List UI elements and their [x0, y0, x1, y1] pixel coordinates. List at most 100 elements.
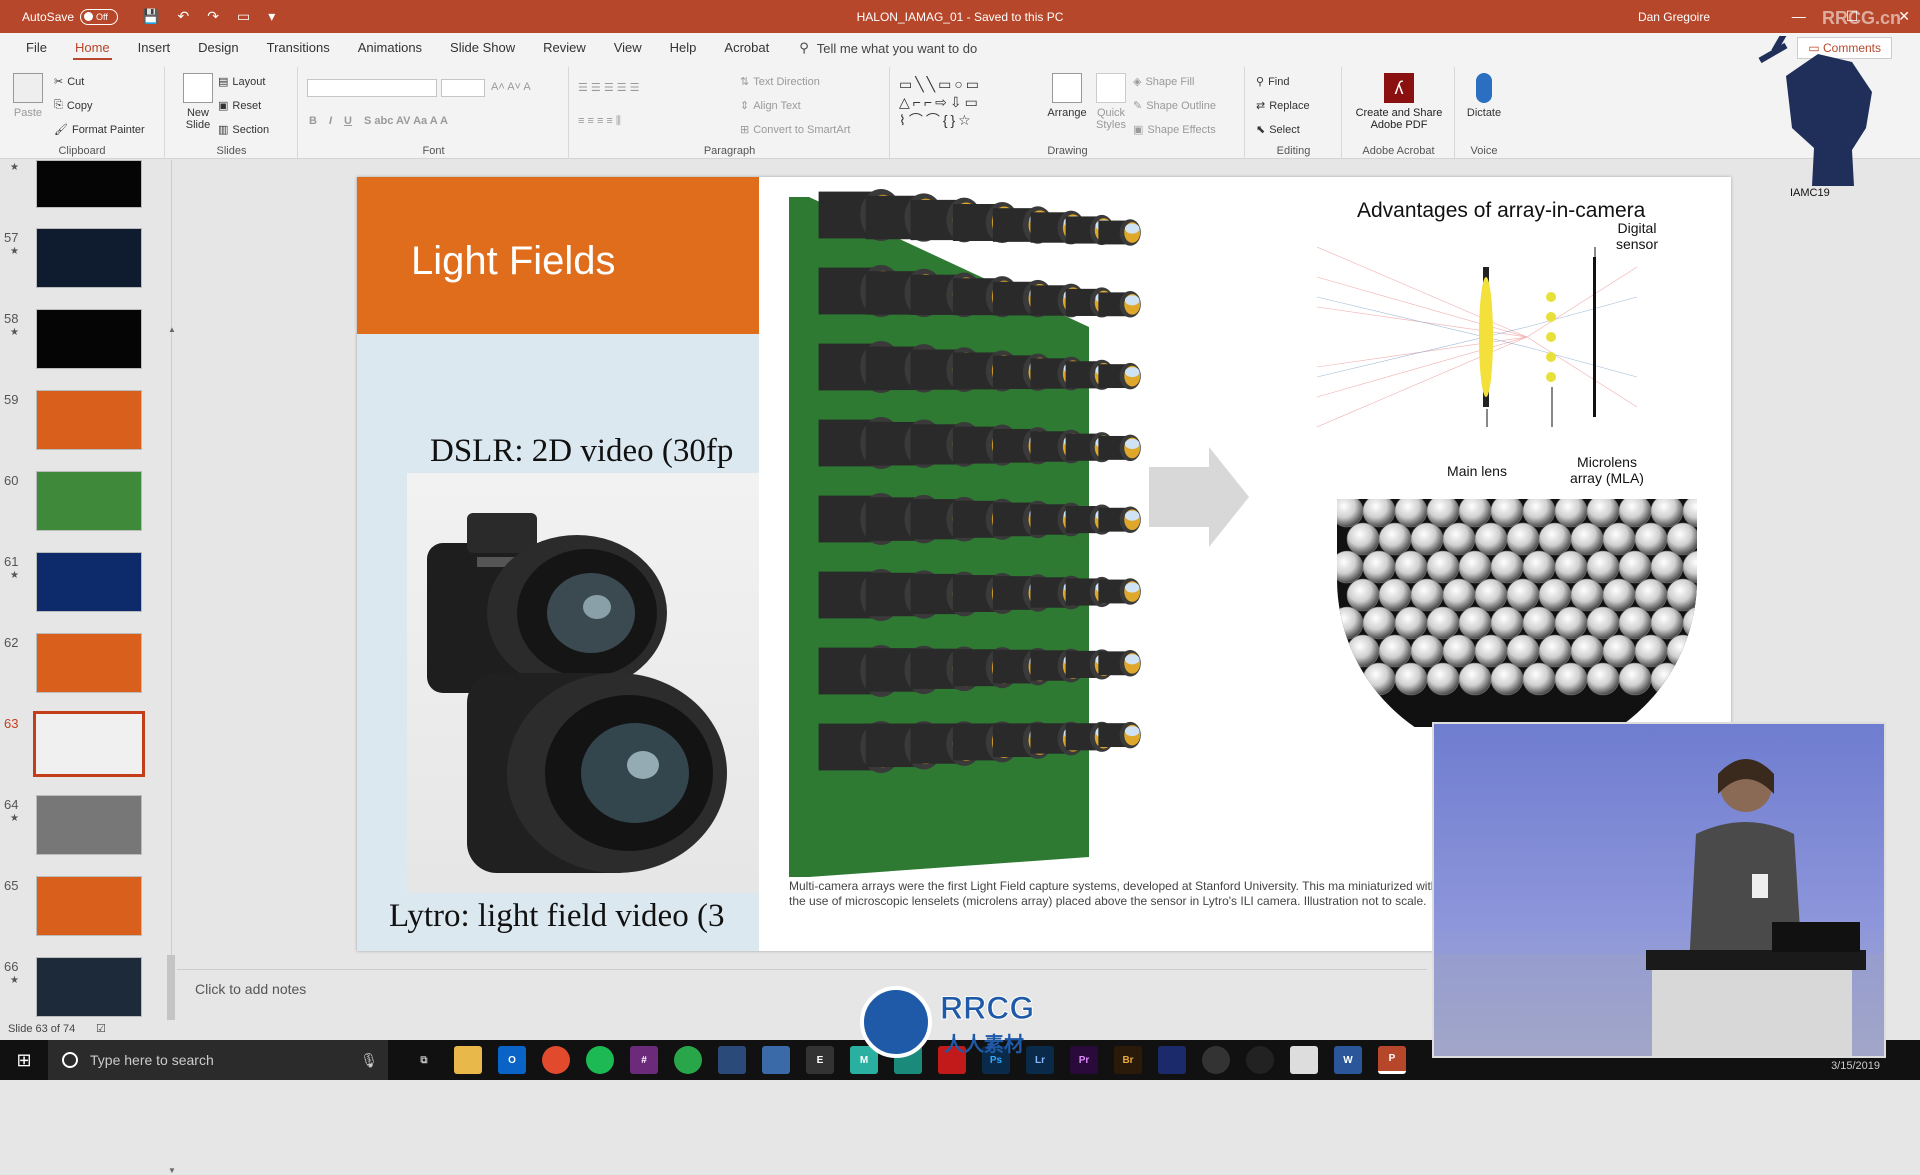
- cut-button[interactable]: ✂ Cut: [54, 75, 84, 89]
- microlens-closeup-photo[interactable]: [1337, 499, 1697, 727]
- slack-icon[interactable]: #: [630, 1046, 658, 1074]
- save-icon[interactable]: 💾: [142, 8, 159, 25]
- file-explorer-icon[interactable]: [454, 1046, 482, 1074]
- outlook-icon[interactable]: O: [498, 1046, 526, 1074]
- premiere-icon[interactable]: Pr: [1070, 1046, 1098, 1074]
- task-view-icon[interactable]: ⧉: [410, 1046, 438, 1074]
- epic-games-icon[interactable]: E: [806, 1046, 834, 1074]
- font-format-buttons[interactable]: B I U S abc AV Aa A A: [309, 115, 448, 127]
- find-button[interactable]: ⚲ Find: [1256, 75, 1289, 89]
- slide-footnote[interactable]: Multi-camera arrays were the first Light…: [789, 879, 1449, 909]
- font-size-controls[interactable]: A˄ A˅ A: [491, 81, 531, 93]
- tell-me-box[interactable]: ⚲ Tell me what you want to do: [799, 40, 977, 56]
- paste-button[interactable]: Paste: [0, 73, 56, 119]
- present-icon[interactable]: ▭: [237, 8, 250, 25]
- microlens-array-label: Microlens array (MLA): [1547, 454, 1667, 486]
- tab-review[interactable]: Review: [529, 33, 600, 63]
- format-painter-button[interactable]: 🖌 Format Painter: [54, 123, 145, 137]
- section-button[interactable]: ▥ Section: [218, 123, 269, 137]
- slide-thumbnail-60[interactable]: 60: [0, 471, 172, 541]
- taskbar-search[interactable]: Type here to search 🎙: [48, 1040, 388, 1080]
- tab-slide-show[interactable]: Slide Show: [436, 33, 529, 63]
- windows-start-icon[interactable]: ⊞: [0, 1040, 48, 1080]
- scroll-up-icon[interactable]: ▲: [168, 325, 176, 334]
- redo-icon[interactable]: ↷: [207, 8, 219, 25]
- shape-outline-button[interactable]: ✎ Shape Outline: [1133, 99, 1216, 113]
- customize-toolbar-icon[interactable]: ▾: [268, 8, 275, 25]
- tab-home[interactable]: Home: [61, 33, 124, 63]
- tab-help[interactable]: Help: [656, 33, 711, 63]
- hangouts-icon[interactable]: [674, 1046, 702, 1074]
- accessibility-icon[interactable]: ☑: [96, 1022, 106, 1035]
- spotify-icon[interactable]: [586, 1046, 614, 1074]
- thumbnail-number: 61: [4, 554, 19, 569]
- dslr-camera-photo[interactable]: [407, 473, 759, 893]
- tab-insert[interactable]: Insert: [124, 33, 185, 63]
- minimize-icon[interactable]: —: [1792, 8, 1806, 25]
- text-direction-button[interactable]: ⇅ Text Direction: [740, 75, 820, 89]
- slide-thumbnail-57[interactable]: 57 ★: [0, 228, 172, 298]
- quick-styles-label-2: Styles: [1096, 119, 1126, 131]
- microlens: [1634, 522, 1668, 556]
- obs-icon[interactable]: [1246, 1046, 1274, 1074]
- powerpoint-icon[interactable]: P: [1378, 1046, 1406, 1074]
- scroll-down-icon[interactable]: ▼: [168, 1166, 176, 1175]
- slide-thumbnail-61[interactable]: 61 ★: [0, 552, 172, 622]
- lytro-caption[interactable]: Lytro: light field video (3: [389, 898, 759, 935]
- app-icon-navy[interactable]: [1158, 1046, 1186, 1074]
- tab-view[interactable]: View: [600, 33, 656, 63]
- slide-title[interactable]: Light Fields: [357, 177, 759, 334]
- slide-thumbnail-63[interactable]: 63: [0, 711, 172, 784]
- quick-styles-button[interactable]: Quick Styles: [1083, 73, 1139, 131]
- notes-pane[interactable]: Click to add notes: [177, 969, 1427, 1023]
- tab-design[interactable]: Design: [184, 33, 252, 63]
- tab-acrobat[interactable]: Acrobat: [710, 33, 783, 63]
- microlens: [1394, 499, 1428, 528]
- app-icon-blue[interactable]: [762, 1046, 790, 1074]
- shape-effects-button[interactable]: ▣ Shape Effects: [1133, 123, 1216, 137]
- tab-animations[interactable]: Animations: [344, 33, 436, 63]
- font-size-select[interactable]: [441, 79, 485, 97]
- chrome-icon[interactable]: [542, 1046, 570, 1074]
- autosave-toggle[interactable]: Off: [80, 8, 119, 25]
- slide-thumbnail-65[interactable]: 65: [0, 876, 172, 946]
- layout-icon: ▤: [218, 76, 229, 88]
- layout-button[interactable]: ▤ Layout: [218, 75, 265, 89]
- slide-thumbnail-59[interactable]: 59: [0, 390, 172, 460]
- slide-thumbnail-66[interactable]: 66 ★: [0, 957, 172, 1027]
- autosave[interactable]: AutoSave Off: [22, 8, 119, 25]
- shape-fill-button[interactable]: ◈ Shape Fill: [1133, 75, 1194, 89]
- animation-star: ★: [10, 570, 19, 581]
- slide-thumbnail-62[interactable]: 62: [0, 633, 172, 703]
- camera-array-illustration[interactable]: [759, 177, 1279, 951]
- create-pdf-button[interactable]: ʎ Create and Share Adobe PDF: [1349, 73, 1449, 131]
- shapes-gallery[interactable]: ▭╲╲▭○▭ △⌐⌐⇨⇩▭ ⌇⌒⌒{}☆: [899, 75, 1029, 129]
- undo-icon[interactable]: ↶: [177, 8, 189, 25]
- steam-icon[interactable]: [718, 1046, 746, 1074]
- align-text-button[interactable]: ⇕ Align Text: [740, 99, 801, 113]
- convert-smartart-button[interactable]: ⊞ Convert to SmartArt: [740, 123, 850, 137]
- microlens: [1618, 662, 1652, 696]
- app-icon-light[interactable]: [1290, 1046, 1318, 1074]
- scissors-icon: ✂: [54, 76, 64, 88]
- bridge-icon[interactable]: Br: [1114, 1046, 1142, 1074]
- list-buttons[interactable]: ☰ ☰ ☰ ☰ ☰: [578, 81, 640, 94]
- user-name[interactable]: Dan Gregoire: [1638, 10, 1710, 24]
- slide-thumbnail-58[interactable]: 58 ★: [0, 309, 172, 379]
- slide-thumbnail-64[interactable]: 64 ★: [0, 795, 172, 865]
- copy-button[interactable]: ⎘ Copy: [54, 99, 93, 112]
- font-family-select[interactable]: [307, 79, 437, 97]
- replace-button[interactable]: ⇄ Replace: [1256, 99, 1310, 113]
- word-icon[interactable]: W: [1334, 1046, 1362, 1074]
- dictate-button[interactable]: Dictate: [1456, 73, 1512, 119]
- align-buttons[interactable]: ≡ ≡ ≡ ≡ ⫼: [578, 115, 621, 128]
- select-button[interactable]: ⬉ Select: [1256, 123, 1300, 137]
- dslr-caption[interactable]: DSLR: 2D video (30fp: [430, 433, 760, 470]
- tab-transitions[interactable]: Transitions: [253, 33, 344, 63]
- slide-left-panel: Light Fields DSLR: 2D video (30fp Lytro:…: [357, 177, 759, 951]
- app-icon-circle[interactable]: [1202, 1046, 1230, 1074]
- tab-file[interactable]: File: [12, 33, 61, 63]
- taskbar-date[interactable]: 3/15/2019: [1831, 1060, 1880, 1072]
- reset-button[interactable]: ▣ Reset: [218, 99, 261, 113]
- slide-thumbnail-56[interactable]: ★: [0, 160, 172, 230]
